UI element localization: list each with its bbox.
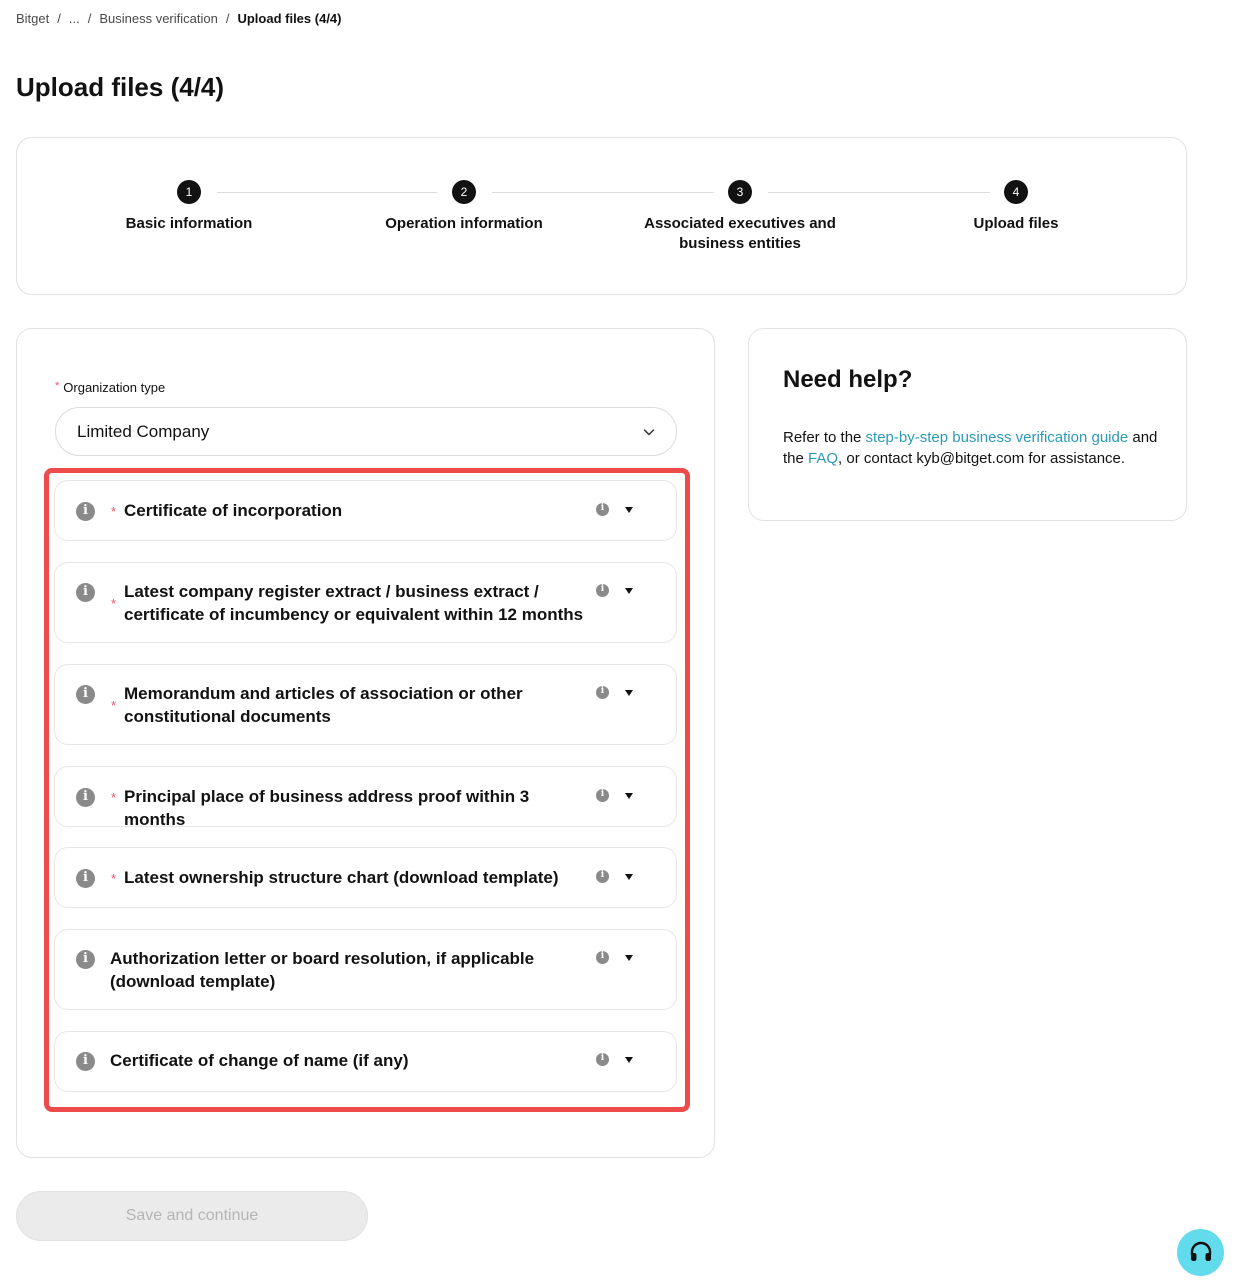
document-title: Latest company register extract / busine… [124,582,584,624]
caret-down-icon[interactable] [625,955,633,961]
support-chat-button[interactable] [1177,1229,1224,1276]
step-number: 2 [452,180,476,204]
info-icon[interactable] [596,1053,609,1066]
breadcrumb-link-ellipsis[interactable]: ... [69,11,80,26]
breadcrumb-separator: / [225,11,230,26]
progress-stepper: 1 Basic information 2 Operation informat… [16,137,1187,295]
organization-type-value: Limited Company [77,421,210,441]
document-item-certificate-of-incorporation[interactable]: * Certificate of incorporation [54,480,677,541]
info-icon[interactable] [596,951,609,964]
required-mark: * [111,790,117,805]
document-title: Memorandum and articles of association o… [124,684,523,726]
required-mark: * [111,698,117,713]
document-item-ownership-structure-chart[interactable]: * Latest ownership structure chart (down… [54,847,677,908]
caret-down-icon[interactable] [625,793,633,799]
step-label: Upload files [973,215,1059,232]
breadcrumb: Bitget / ... / Business verification / U… [16,11,342,26]
breadcrumb-link-business-verification[interactable]: Business verification [99,11,218,26]
info-icon[interactable] [76,788,95,807]
caret-down-icon[interactable] [625,588,633,594]
breadcrumb-separator: / [87,11,92,26]
document-item-authorization-letter[interactable]: Authorization letter or board resolution… [54,929,677,1010]
required-mark: * [111,596,117,611]
caret-down-icon[interactable] [625,507,633,513]
document-title: Authorization letter or board resolution… [110,949,535,991]
organization-type-label: * Organization type [55,380,166,395]
caret-down-icon[interactable] [625,1057,633,1063]
step-basic-information: 1 Basic information [79,180,299,234]
faq-link[interactable]: FAQ [808,450,838,467]
document-item-company-register-extract[interactable]: * Latest company register extract / busi… [54,562,677,643]
document-item-change-of-name[interactable]: Certificate of change of name (if any) [54,1031,677,1092]
chevron-down-icon [643,428,655,435]
info-icon[interactable] [596,686,609,699]
info-icon[interactable] [76,583,95,602]
step-number: 3 [728,180,752,204]
step-upload-files: 4 Upload files [906,180,1126,234]
save-and-continue-button[interactable]: Save and continue [16,1191,368,1241]
document-item-business-address-proof[interactable]: * Principal place of business address pr… [54,766,677,829]
document-title: Principal place of business address proo… [124,787,530,829]
info-icon[interactable] [596,503,609,516]
info-icon[interactable] [76,685,95,704]
verification-guide-link[interactable]: step-by-step business verification guide [866,429,1129,446]
document-title: Certificate of change of name (if any) [110,1051,409,1070]
required-mark: * [111,504,117,519]
caret-down-icon[interactable] [625,874,633,880]
info-icon[interactable] [76,869,95,888]
help-card: Need help? Refer to the step-by-step bus… [748,328,1187,521]
info-icon[interactable] [596,870,609,883]
info-icon[interactable] [76,502,95,521]
breadcrumb-current: Upload files (4/4) [237,11,342,26]
required-mark: * [55,380,60,392]
breadcrumb-link-home[interactable]: Bitget [16,11,49,26]
organization-type-select[interactable]: Limited Company [55,407,677,456]
document-title: Latest ownership structure chart (downlo… [124,868,559,887]
step-operation-information: 2 Operation information [354,180,574,234]
step-associated-executives: 3 Associated executives and business ent… [630,180,850,254]
help-title: Need help? [783,366,913,393]
step-number: 1 [177,180,201,204]
info-icon[interactable] [596,789,609,802]
info-icon[interactable] [76,950,95,969]
step-label: Associated executives and business entit… [644,215,836,252]
step-number: 4 [1004,180,1028,204]
info-icon[interactable] [76,1052,95,1071]
breadcrumb-separator: / [57,11,61,26]
step-label: Basic information [125,215,253,232]
headset-icon [1190,1241,1211,1261]
step-label: Operation information [385,215,543,232]
document-item-memorandum-articles[interactable]: * Memorandum and articles of association… [54,664,677,745]
document-title: Certificate of incorporation [124,501,343,520]
required-mark: * [111,871,117,886]
help-text: Refer to the step-by-step business verif… [783,429,1158,467]
info-icon[interactable] [596,584,609,597]
caret-down-icon[interactable] [625,690,633,696]
page-title: Upload files (4/4) [16,72,225,102]
